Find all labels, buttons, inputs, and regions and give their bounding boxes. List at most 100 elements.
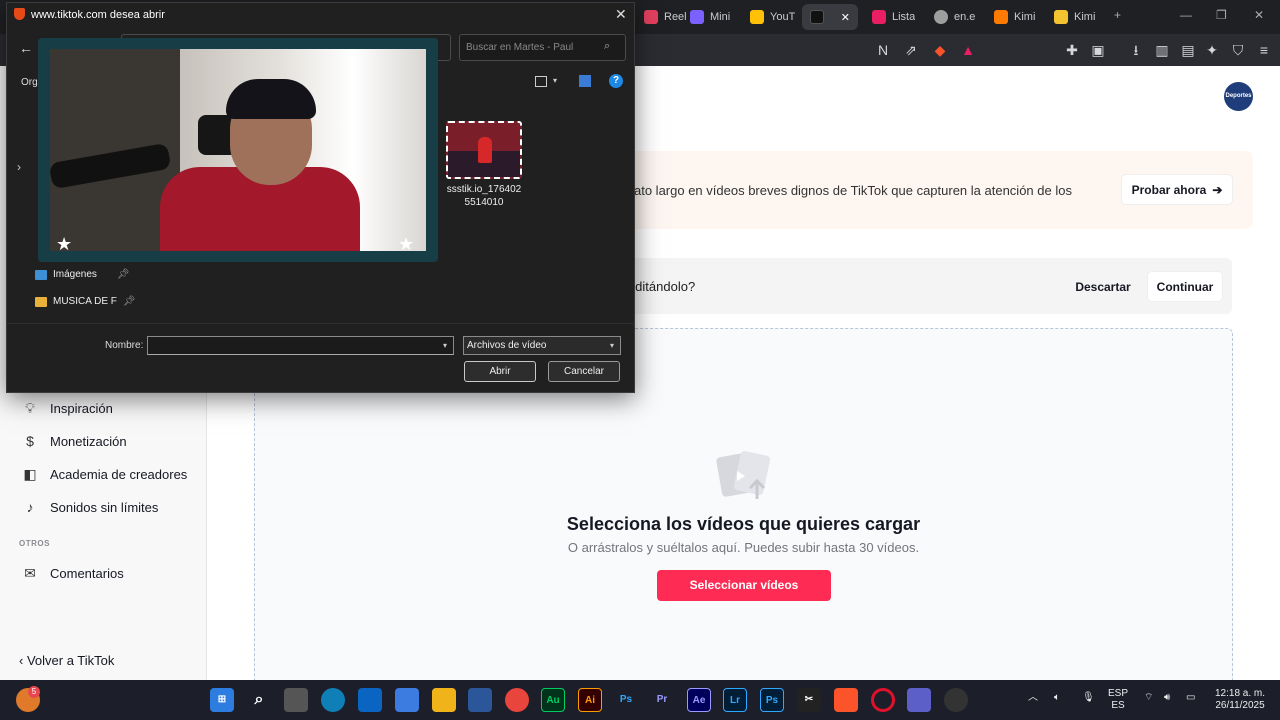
language-indicator[interactable]: ESP ES xyxy=(1108,688,1128,712)
illustrator-icon[interactable]: Ai xyxy=(578,688,602,712)
notification-badge: 5 xyxy=(28,686,40,698)
outlook-icon[interactable] xyxy=(358,688,382,712)
edge-icon[interactable] xyxy=(321,688,345,712)
clock[interactable]: 12:18 a. m. 26/11/2025 xyxy=(1210,688,1270,712)
sidebar-item-academy[interactable]: ◧ Academia de creadores xyxy=(22,466,187,482)
nav-item-musica[interactable]: MUSICA DE F 📌︎ xyxy=(35,296,136,307)
search-input[interactable]: Buscar en Martes - Paul xyxy=(459,34,626,61)
reader-icon[interactable]: ▣ xyxy=(1090,42,1106,58)
rewards-icon[interactable]: ▲ xyxy=(960,42,976,58)
select-videos-button[interactable]: Seleccionar vídeos xyxy=(657,570,831,601)
help-icon[interactable]: ? xyxy=(609,74,623,88)
chevron-down-icon[interactable]: ▾ xyxy=(553,76,557,85)
tray-overflow-icon[interactable]: ︿ xyxy=(1028,692,1038,704)
filename-label: Nombre: xyxy=(105,340,144,351)
sidebar-item-inspiration[interactable]: 💡︎ Inspiración xyxy=(22,400,113,416)
brave-shield-icon[interactable]: ◆ xyxy=(932,42,948,58)
wallet-icon[interactable]: ▤ xyxy=(1180,42,1196,58)
new-tab-button[interactable]: + xyxy=(1114,8,1121,22)
tab-favicon-icon xyxy=(872,10,886,24)
obs-icon[interactable] xyxy=(944,688,968,712)
video-file-item[interactable]: ssstik.io_1764025514010 xyxy=(444,121,524,209)
photoshop-icon[interactable]: Ps xyxy=(614,688,638,712)
microphone-icon[interactable]: 🎙︎ xyxy=(1082,692,1095,704)
share-icon[interactable]: ⇗ xyxy=(903,42,919,58)
file-explorer-icon[interactable] xyxy=(432,688,456,712)
tab-favicon-icon xyxy=(994,10,1008,24)
avatar[interactable]: Deportes xyxy=(1224,82,1253,111)
minimize-icon[interactable]: — xyxy=(1180,8,1192,22)
close-window-icon[interactable]: ✕ xyxy=(1254,8,1264,22)
discard-button[interactable]: Descartar xyxy=(1066,272,1140,301)
store-icon[interactable] xyxy=(395,688,419,712)
extensions-icon[interactable]: ✚ xyxy=(1064,42,1080,58)
dialog-close-icon[interactable]: ✕ xyxy=(615,6,627,23)
view-icon[interactable] xyxy=(535,76,547,87)
brave-icon xyxy=(14,8,25,20)
try-now-button[interactable]: Probar ahora ➔ xyxy=(1122,175,1232,204)
maximize-icon[interactable]: ❐ xyxy=(1216,8,1227,22)
sidebar-item-monetization[interactable]: $ Monetización xyxy=(22,433,127,449)
draft-prompt: r editándolo? Descartar Continuar xyxy=(620,258,1232,314)
after-effects-icon[interactable]: Ae xyxy=(687,688,711,712)
expand-chevron-icon[interactable]: › xyxy=(17,160,21,174)
search-icon[interactable]: ⌕ xyxy=(247,688,271,712)
sidebar-item-comments[interactable]: ✉ Comentarios xyxy=(22,565,124,581)
lightroom-icon[interactable]: Lr xyxy=(723,688,747,712)
tab-tiktok-active[interactable]: ✕ xyxy=(802,4,858,30)
brave-icon[interactable] xyxy=(834,688,858,712)
tab-mini[interactable]: Mini xyxy=(682,4,738,30)
back-to-tiktok-link[interactable]: ‹ Volver a TikTok xyxy=(19,653,114,668)
speaker-icon[interactable]: 🔈︎ xyxy=(1054,692,1060,704)
task-view-icon[interactable] xyxy=(284,688,308,712)
back-arrow-icon[interactable]: ← xyxy=(19,40,33,56)
tab-lista[interactable]: Lista xyxy=(864,4,923,30)
nav-item-images[interactable]: Imágenes 📌︎ xyxy=(35,269,130,280)
tab-kimi-2[interactable]: Kimi xyxy=(1046,4,1103,30)
continue-button[interactable]: Continuar xyxy=(1148,272,1222,301)
tab-youtube[interactable]: YouT xyxy=(742,4,803,30)
video-thumbnail xyxy=(446,121,522,179)
preview-pane-icon[interactable] xyxy=(579,75,591,87)
download-icon[interactable]: ⭳ xyxy=(1128,42,1144,58)
windows-taskbar: 5 ⊞ ⌕ Au Ai Ps Pr Ae Lr Ps ✂ ︿ 🔈︎ 🎙︎ ESP… xyxy=(0,680,1280,720)
file-type-select[interactable]: Archivos de vídeo xyxy=(463,336,621,355)
photoshop-2-icon[interactable]: Ps xyxy=(760,688,784,712)
music-note-icon: ♪ xyxy=(26,499,34,515)
tab-en[interactable]: en.e xyxy=(926,4,983,30)
star-icon: ★ xyxy=(56,234,73,254)
person-hair xyxy=(226,79,316,119)
chrome-icon[interactable] xyxy=(505,688,529,712)
cancel-button[interactable]: Cancelar xyxy=(548,361,620,382)
start-windows-icon[interactable]: ⊞ xyxy=(210,688,234,712)
tab-favicon-icon xyxy=(1054,10,1068,24)
wifi-icon[interactable]: ⌔ xyxy=(1144,692,1153,704)
pin-icon: 📌︎ xyxy=(122,296,136,307)
star-icon: ★ xyxy=(398,234,415,254)
sidebar-toggle-icon[interactable]: ▥ xyxy=(1154,42,1170,58)
academy-icon: ◧ xyxy=(23,466,37,482)
pin-icon: 📌︎ xyxy=(116,269,130,280)
no-tracking-icon[interactable]: N xyxy=(875,42,891,58)
battery-icon[interactable]: ▭ xyxy=(1186,692,1195,704)
vpn-icon[interactable]: ⛉ xyxy=(1230,42,1246,58)
close-tab-icon[interactable]: ✕ xyxy=(841,11,850,24)
filename-input[interactable] xyxy=(147,336,454,355)
promo-text: ato largo en vídeos breves dignos de Tik… xyxy=(634,183,1072,198)
tab-favicon-icon xyxy=(644,10,658,24)
sidebar-item-sounds[interactable]: ♪ Sonidos sin límites xyxy=(22,499,159,515)
menu-icon[interactable]: ≡ xyxy=(1256,42,1272,58)
chevron-left-icon: ‹ xyxy=(19,653,27,668)
premiere-icon[interactable]: Pr xyxy=(650,688,674,712)
opera-icon[interactable] xyxy=(871,688,895,712)
lightbulb-icon: 💡︎ xyxy=(25,400,35,416)
audition-icon[interactable]: Au xyxy=(541,688,565,712)
filename-dropdown-icon[interactable]: ▾ xyxy=(443,341,447,350)
capcut-icon[interactable]: ✂ xyxy=(797,688,821,712)
teams-icon[interactable] xyxy=(907,688,931,712)
open-button[interactable]: Abrir xyxy=(464,361,536,382)
leo-ai-icon[interactable]: ✦ xyxy=(1204,42,1220,58)
tab-kimi-1[interactable]: Kimi xyxy=(986,4,1043,30)
volume-icon[interactable]: 🔊︎ xyxy=(1164,692,1170,704)
word-icon[interactable] xyxy=(468,688,492,712)
